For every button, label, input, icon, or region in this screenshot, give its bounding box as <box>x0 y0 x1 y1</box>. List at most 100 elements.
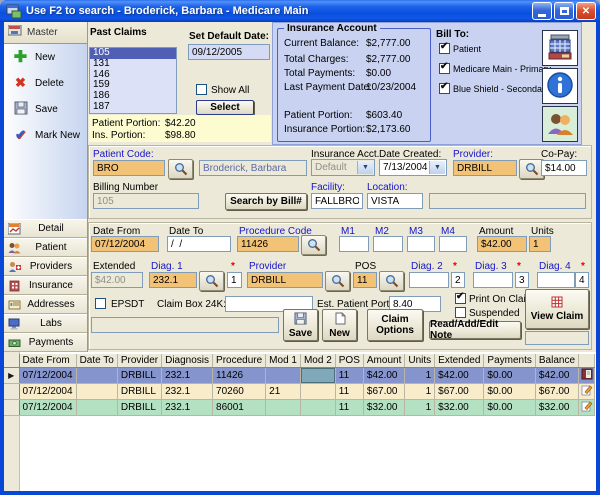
suspended-checkbox[interactable] <box>455 307 466 318</box>
provider-label: Provider: <box>453 149 493 160</box>
table-row[interactable]: 07/12/2004DRBILL 232.186001 11 $32.001 $… <box>4 400 595 416</box>
patient-search-icon[interactable] <box>168 159 193 179</box>
patient-code-input[interactable] <box>93 160 165 176</box>
tab-master[interactable]: Master <box>4 22 87 44</box>
view-claim-button[interactable]: View Claim <box>525 289 589 329</box>
claim-options-button[interactable]: Claim Options <box>367 309 423 341</box>
sidebar-item-providers[interactable]: Providers <box>4 257 87 276</box>
m1-input[interactable] <box>339 236 369 252</box>
bill-to-blueshield-label: Blue Shield - Secondary <box>453 84 550 94</box>
save-button[interactable]: Save <box>4 96 87 122</box>
claim-provider-search-icon[interactable] <box>325 271 350 291</box>
date-created-select[interactable]: 7/13/2004▼ <box>379 159 447 176</box>
bill-to-blueshield-checkbox[interactable] <box>439 83 450 94</box>
sidebar-item-insurance[interactable]: Insurance <box>4 276 87 295</box>
billing-register-button[interactable] <box>542 30 578 66</box>
diag3-input[interactable] <box>473 272 513 288</box>
location-label: Location: <box>367 182 408 193</box>
diag1-required-marker: * <box>231 261 235 272</box>
last-payment-date-value: 10/23/2004 <box>366 82 416 93</box>
epsdt-checkbox[interactable] <box>95 298 106 309</box>
insurance-account-groupbox: Insurance Account Current Balance: $2,77… <box>277 28 431 142</box>
diag2-pointer-input[interactable] <box>451 272 465 288</box>
view-claim-readonly-field <box>525 331 589 345</box>
note-book-icon[interactable] <box>581 372 593 383</box>
table-row[interactable]: 07/12/2004DRBILL 232.17026021 11 $67.001… <box>4 384 595 400</box>
ia-insurance-portion-label: Insurance Portion: <box>284 124 365 135</box>
diag3-required-marker: * <box>517 261 521 272</box>
diag1-input[interactable] <box>149 272 197 288</box>
insurance-acct-select[interactable]: Default▼ <box>311 159 375 176</box>
read-add-edit-note-button[interactable]: Read/Add/Edit Note <box>429 321 521 339</box>
sidebar-item-addresses[interactable]: Addresses <box>4 295 87 314</box>
addresses-icon <box>8 299 23 311</box>
payments-icon <box>8 337 23 349</box>
mark-new-button-label: Mark New <box>35 130 80 141</box>
amount-input[interactable] <box>477 236 527 252</box>
past-claims-item[interactable]: 131 <box>90 59 176 70</box>
new-button[interactable]: ✚ New <box>4 44 87 70</box>
delete-button-label: Delete <box>35 78 64 89</box>
location-input[interactable] <box>367 193 423 209</box>
maximize-button[interactable] <box>554 2 574 20</box>
claim-lines-grid: Date FromDate ToProvider DiagnosisProced… <box>4 352 596 491</box>
pos-label: POS <box>355 261 376 272</box>
sidebar-item-patient[interactable]: Patient <box>4 238 87 257</box>
mark-new-button[interactable]: ✔ Mark New <box>4 122 87 148</box>
set-default-date-input[interactable] <box>188 44 270 60</box>
edit-note-icon[interactable] <box>581 404 593 415</box>
facility-input[interactable] <box>311 193 363 209</box>
past-claims-list[interactable]: 105 131 146 159 186 187 <box>89 47 177 114</box>
m4-input[interactable] <box>439 236 467 252</box>
select-button[interactable]: Select <box>196 100 254 115</box>
minimize-button[interactable] <box>532 2 552 20</box>
patients-button[interactable] <box>542 106 578 142</box>
diag2-input[interactable] <box>409 272 449 288</box>
sidebar-item-payments[interactable]: Payments <box>4 333 87 352</box>
claim-lines-table: Date FromDate ToProvider DiagnosisProced… <box>4 354 595 416</box>
diag4-input[interactable] <box>537 272 575 288</box>
print-on-claim-checkbox[interactable] <box>455 293 466 304</box>
bill-to-patient-checkbox[interactable] <box>439 43 450 54</box>
diag1-pointer-input[interactable] <box>227 272 242 288</box>
sidebar: Master ✚ New ✖ Delete Save ✔ Mark New <box>4 22 88 352</box>
diag4-pointer-input[interactable] <box>575 272 589 288</box>
diag3-pointer-input[interactable] <box>515 272 529 288</box>
patient-portion-label: Patient Portion: <box>92 118 160 129</box>
pos-input[interactable] <box>353 272 377 288</box>
titlebar: Use F2 to search - Broderick, Barbara - … <box>0 0 600 22</box>
pos-search-icon[interactable] <box>379 271 404 291</box>
co-pay-input[interactable] <box>541 160 587 176</box>
edit-note-icon[interactable] <box>581 388 593 399</box>
claim-new-button[interactable]: New <box>322 309 357 341</box>
claim-save-button[interactable]: Save <box>283 309 318 341</box>
current-row-arrow-icon: ▶ <box>8 371 14 380</box>
procedure-search-icon[interactable] <box>301 235 326 255</box>
date-to-input[interactable] <box>167 236 231 252</box>
search-by-bill-button[interactable]: Search by Bill# <box>225 193 307 210</box>
table-row[interactable]: ▶ 07/12/2004DRBILL 232.111426 11 $42.001… <box>4 368 595 384</box>
show-all-checkbox[interactable] <box>196 84 207 95</box>
m3-input[interactable] <box>407 236 435 252</box>
sidebar-item-detail[interactable]: Detail <box>4 219 87 238</box>
sidebar-item-labs[interactable]: Labs <box>4 314 87 333</box>
date-from-input[interactable] <box>91 236 159 252</box>
claim-provider-input[interactable] <box>247 272 323 288</box>
past-claims-item[interactable]: 187 <box>90 102 176 113</box>
info-button[interactable] <box>542 68 578 104</box>
new-page-icon <box>333 312 346 328</box>
units-input[interactable] <box>529 236 551 252</box>
delete-button[interactable]: ✖ Delete <box>4 70 87 96</box>
bill-to-medicare-checkbox[interactable] <box>439 63 450 74</box>
close-button[interactable]: ✕ <box>576 2 596 20</box>
tab-master-label: Master <box>27 27 58 38</box>
total-payments-value: $0.00 <box>366 68 391 79</box>
sidebar-item-label: Detail <box>23 223 79 234</box>
diag1-search-icon[interactable] <box>199 271 224 291</box>
provider-input[interactable] <box>453 160 517 176</box>
extended-label: Extended <box>93 261 135 272</box>
procedure-code-input[interactable] <box>237 236 299 252</box>
current-balance-value: $2,777.00 <box>366 38 411 49</box>
m2-input[interactable] <box>373 236 403 252</box>
check-icon: ✔ <box>13 127 28 143</box>
